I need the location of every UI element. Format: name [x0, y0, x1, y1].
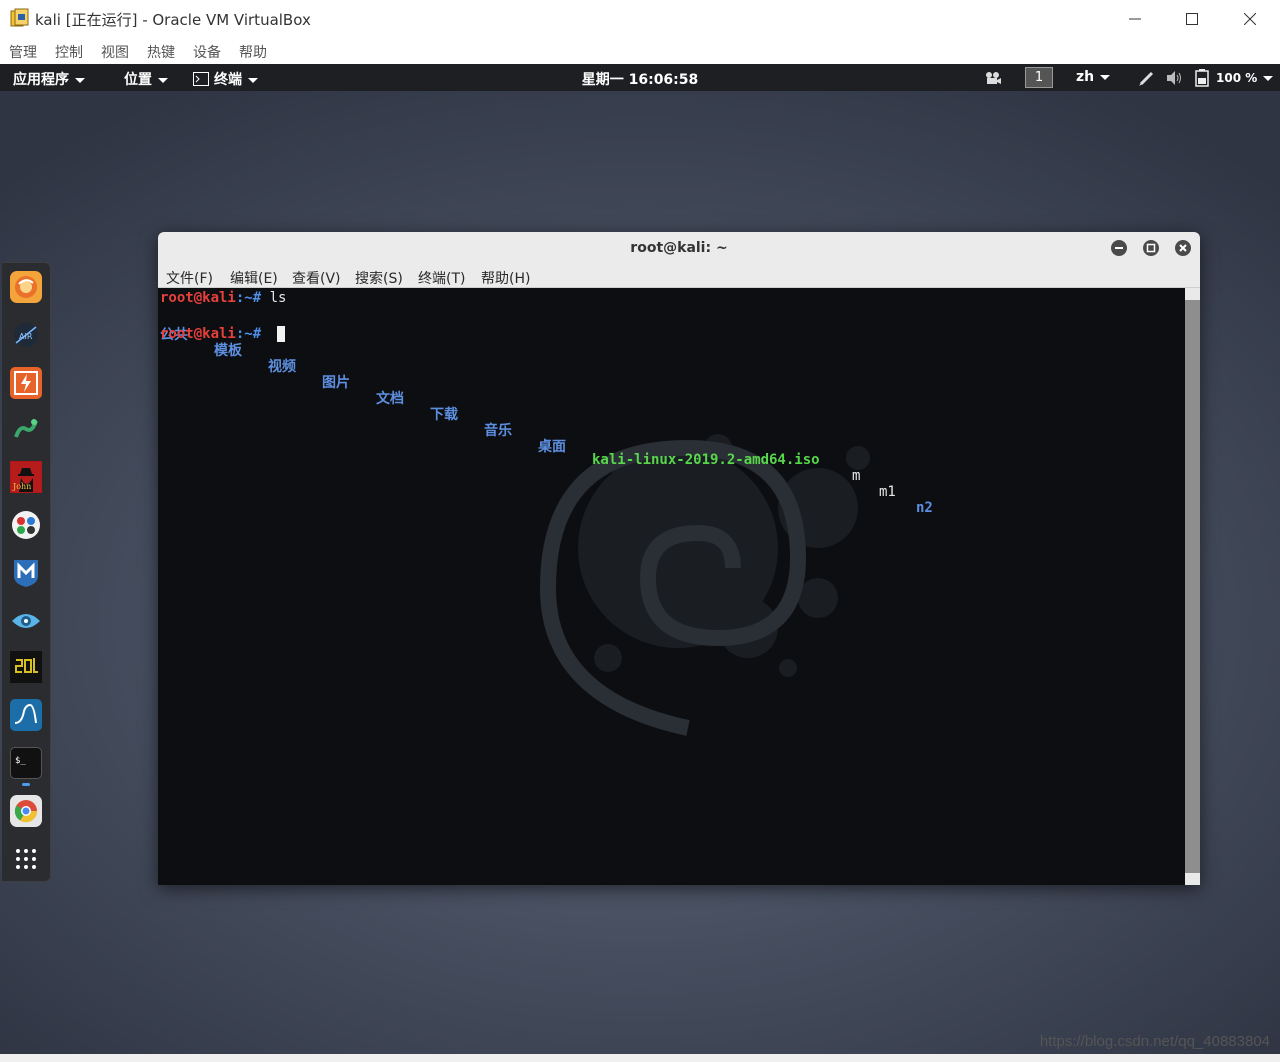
- sqlmap-icon[interactable]: [10, 651, 42, 683]
- terminal-window[interactable]: root@kali: ~ 文件(F) 编辑(E) 查看(V) 搜索(S) 终端(…: [158, 232, 1200, 885]
- video-camera-icon[interactable]: [985, 71, 1001, 85]
- prompt-user: root@kali: [160, 290, 236, 306]
- host-menu-devices[interactable]: 设备: [193, 42, 221, 62]
- ls-dir-pictures: 图片: [322, 375, 350, 391]
- chevron-down-icon: [1100, 74, 1111, 80]
- ls-dir-videos: 视频: [268, 359, 296, 375]
- maximize-icon: [1186, 13, 1198, 25]
- language-label: zh: [1076, 69, 1095, 85]
- terminal-line-command: root@kali:~# ls: [160, 290, 286, 306]
- terminal-maximize-button[interactable]: [1143, 240, 1159, 256]
- close-icon: [1179, 244, 1187, 252]
- host-window-title: kali [正在运行] - Oracle VM VirtualBox: [35, 11, 311, 29]
- host-menu-manage[interactable]: 管理: [9, 42, 37, 62]
- ls-dir-music: 音乐: [484, 423, 512, 439]
- scroll-up-arrow-icon[interactable]: [1185, 288, 1200, 300]
- host-menu-control[interactable]: 控制: [55, 42, 83, 62]
- firefox-icon[interactable]: [10, 271, 42, 303]
- svg-text:$_: $_: [15, 756, 26, 766]
- workspace-indicator[interactable]: 1: [1025, 67, 1053, 88]
- ls-dir-n2: n2: [916, 500, 933, 516]
- maximize-button[interactable]: [1179, 6, 1205, 32]
- guest-desktop: 应用程序 位置 终端 星期一 16:06:58 1 zh 100 % AIR J…: [0, 64, 1280, 1054]
- battery-percent: 100 %: [1216, 71, 1258, 85]
- terminal-close-button[interactable]: [1175, 240, 1191, 256]
- show-apps-icon[interactable]: [10, 843, 42, 875]
- prompt-path: :~#: [235, 326, 262, 342]
- chevron-down-icon: [1263, 76, 1274, 81]
- language-menu[interactable]: zh: [1076, 69, 1111, 85]
- maximize-icon: [1146, 243, 1156, 253]
- prompt-path: :~#: [235, 290, 262, 306]
- terminal-line-ls-output: 公共 模板 视频 图片 文档 下载 音乐 桌面 kali-linux-2019.…: [160, 308, 1160, 516]
- terminal-menu-search[interactable]: 搜索(S): [355, 268, 403, 288]
- terminal-title: root@kali: ~: [630, 240, 728, 256]
- terminal-menu-view[interactable]: 查看(V): [292, 268, 341, 288]
- ls-file-iso: kali-linux-2019.2-amd64.iso: [592, 452, 820, 468]
- terminal-menu-file[interactable]: 文件(F): [166, 268, 213, 288]
- john-icon[interactable]: John: [10, 461, 42, 493]
- terminal-minimize-button[interactable]: [1111, 240, 1127, 256]
- owasp-zap-icon[interactable]: [10, 605, 42, 637]
- ls-dir-templates: 模板: [214, 343, 242, 359]
- battery-icon[interactable]: [1195, 69, 1209, 87]
- scroll-down-arrow-icon[interactable]: [1185, 873, 1200, 885]
- metasploit-icon[interactable]: [10, 557, 42, 589]
- burpsuite-icon[interactable]: [10, 367, 42, 399]
- terminal-scrollbar[interactable]: [1185, 288, 1200, 885]
- terminal-output[interactable]: root@kali:~# ls 公共 模板 视频 图片 文档 下载 音乐 桌面 …: [158, 288, 1185, 885]
- minimize-icon: [1115, 247, 1123, 249]
- host-menu-view[interactable]: 视图: [101, 42, 129, 62]
- ls-dir-desktop: 桌面: [538, 439, 566, 455]
- svg-text:John: John: [12, 482, 31, 491]
- close-button[interactable]: [1237, 6, 1263, 32]
- text-cursor: [277, 326, 285, 342]
- dock: AIR John $_: [2, 262, 51, 882]
- terminal-menu-help[interactable]: 帮助(H): [481, 268, 530, 288]
- host-menubar: 管理 控制 视图 热键 设备 帮助: [0, 38, 1280, 64]
- pen-tool-icon[interactable]: [1139, 70, 1155, 86]
- ls-file-m1: m1: [879, 484, 896, 500]
- running-indicator: [22, 783, 30, 786]
- prompt-user: root@kali: [160, 326, 236, 342]
- host-titlebar: kali [正在运行] - Oracle VM VirtualBox: [0, 0, 1280, 38]
- aircrack-icon[interactable]: AIR: [10, 319, 42, 351]
- terminal-icon[interactable]: $_: [10, 747, 42, 779]
- maltego-icon[interactable]: [10, 509, 42, 541]
- terminal-menu-terminal[interactable]: 终端(T): [418, 268, 465, 288]
- terminal-titlebar[interactable]: root@kali: ~: [158, 232, 1200, 264]
- hydra-icon[interactable]: [10, 413, 42, 445]
- terminal-menu-edit[interactable]: 编辑(E): [230, 268, 278, 288]
- minimize-icon: [1129, 18, 1141, 20]
- chromium-icon[interactable]: [10, 795, 42, 827]
- ls-dir-documents: 文档: [376, 391, 404, 407]
- command-text: ls: [269, 290, 287, 306]
- ls-dir-downloads: 下载: [430, 407, 458, 423]
- csdn-watermark: https://blog.csdn.net/qq_40883804: [1039, 1033, 1270, 1050]
- host-menu-help[interactable]: 帮助: [239, 42, 267, 62]
- virtualbox-icon: [10, 8, 29, 27]
- wireshark-icon[interactable]: [10, 699, 42, 731]
- minimize-button[interactable]: [1122, 6, 1148, 32]
- ls-file-m: m: [852, 468, 861, 484]
- terminal-line-prompt: root@kali:~#: [160, 326, 270, 342]
- host-menu-hotkeys[interactable]: 热键: [147, 42, 175, 62]
- system-status-menu[interactable]: 100 %: [1216, 71, 1274, 85]
- host-statusbar: [0, 1054, 1280, 1062]
- terminal-menubar: 文件(F) 编辑(E) 查看(V) 搜索(S) 终端(T) 帮助(H): [158, 264, 1200, 288]
- volume-icon[interactable]: [1166, 70, 1184, 86]
- close-icon: [1244, 13, 1256, 25]
- gnome-topbar: 应用程序 位置 终端 星期一 16:06:58 1 zh 100 %: [0, 64, 1280, 91]
